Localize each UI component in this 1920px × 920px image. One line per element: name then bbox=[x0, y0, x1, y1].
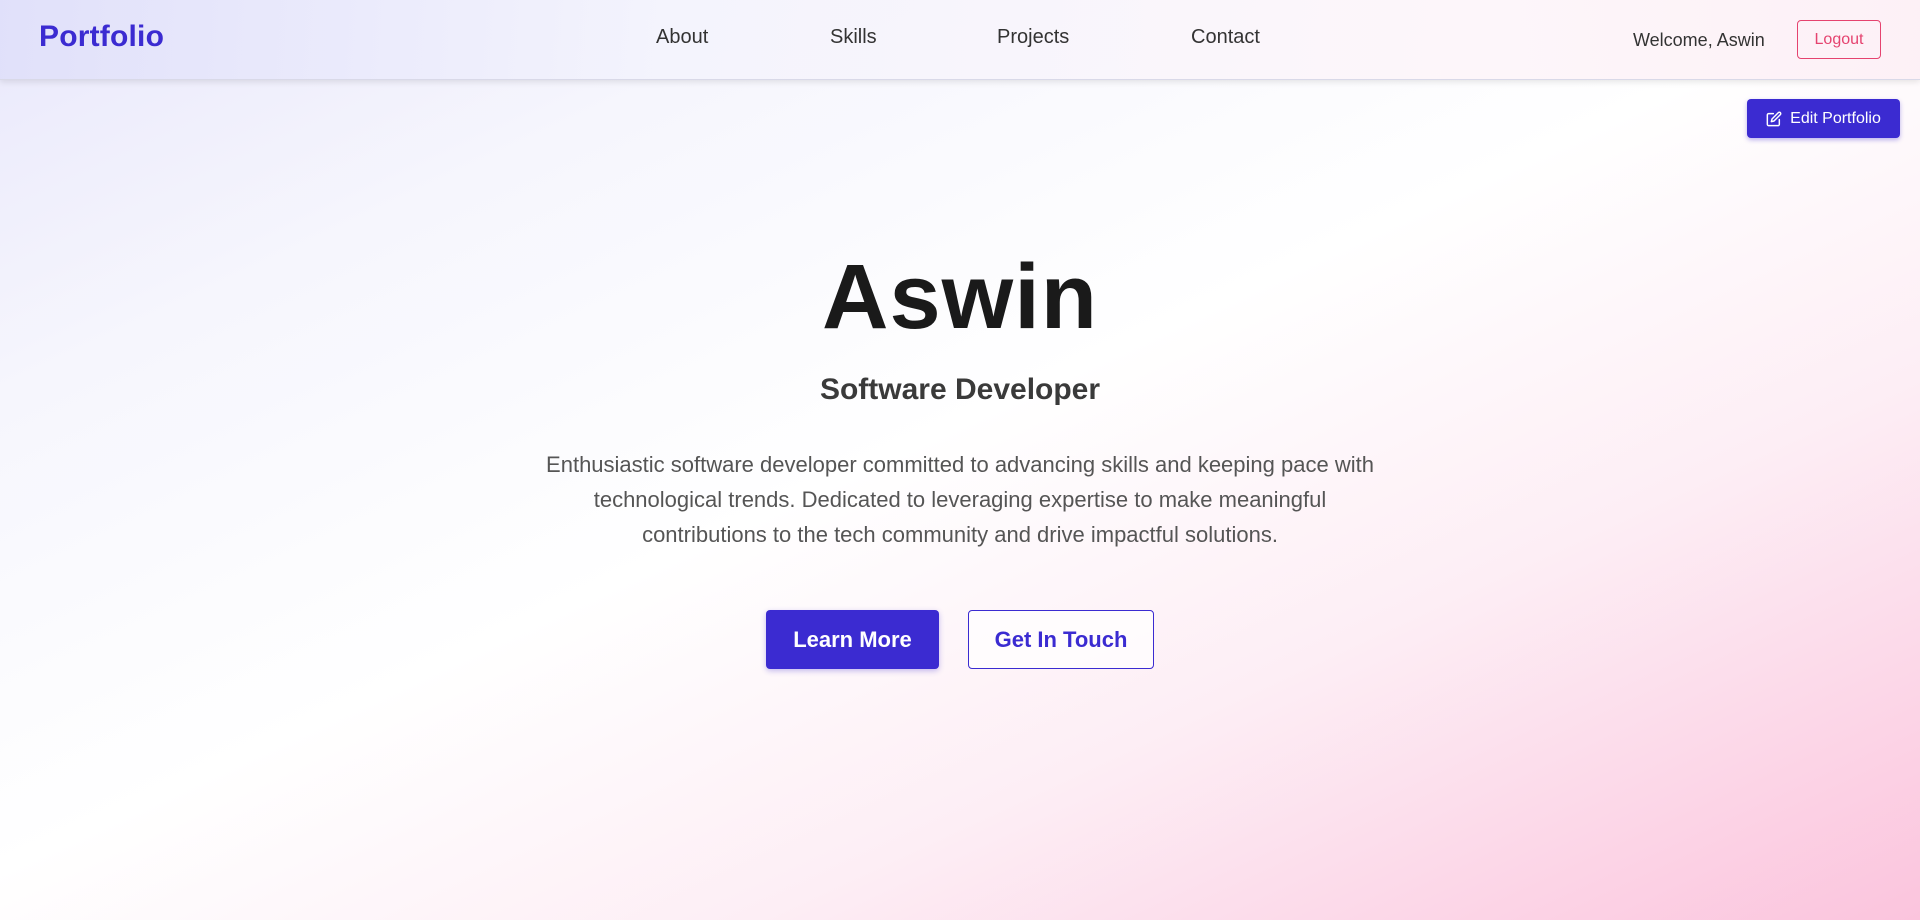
logout-button[interactable]: Logout bbox=[1797, 20, 1881, 59]
edit-portfolio-button[interactable]: Edit Portfolio bbox=[1747, 99, 1900, 138]
welcome-text: Welcome, Aswin bbox=[1633, 30, 1765, 50]
nav-link-projects[interactable]: Projects bbox=[997, 26, 1069, 49]
edit-icon bbox=[1766, 111, 1782, 127]
nav-link-about[interactable]: About bbox=[656, 26, 708, 49]
get-in-touch-button[interactable]: Get In Touch bbox=[968, 610, 1154, 669]
nav-links: About Skills Projects Contact bbox=[0, 26, 1920, 56]
learn-more-button[interactable]: Learn More bbox=[766, 610, 939, 669]
hero-title: Software Developer bbox=[819, 373, 1101, 406]
nav-link-skills[interactable]: Skills bbox=[830, 26, 877, 49]
navbar: Portfolio About Skills Projects Contact … bbox=[0, 0, 1920, 80]
edit-portfolio-label: Edit Portfolio bbox=[1790, 109, 1881, 127]
hero-name: Aswin bbox=[822, 246, 1098, 348]
nav-link-contact[interactable]: Contact bbox=[1191, 26, 1260, 49]
hero-description: Enthusiastic software developer committe… bbox=[546, 452, 1374, 547]
